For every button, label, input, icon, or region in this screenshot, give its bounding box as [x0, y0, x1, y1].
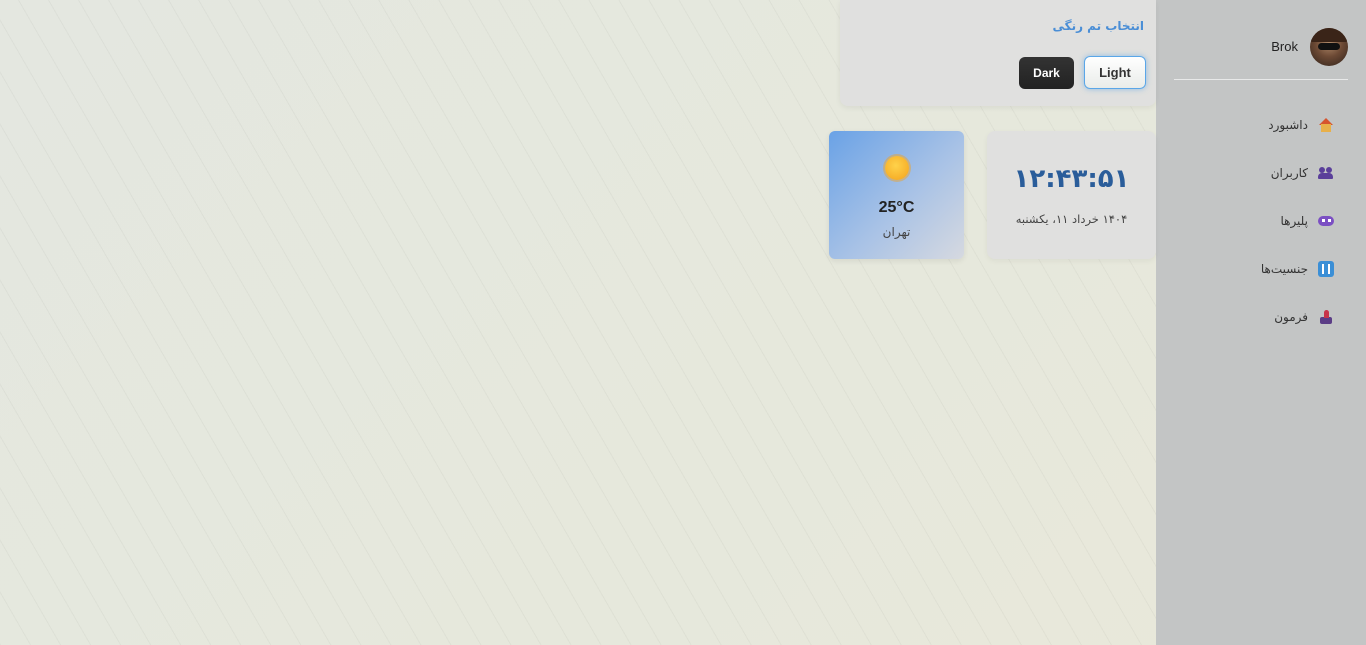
avatar[interactable]	[1310, 28, 1348, 66]
temperature: 25°C	[878, 199, 915, 216]
clock-date: ۱۴۰۴ خرداد ۱۱، یکشنبه	[1015, 212, 1128, 226]
clock-card: ۱۲:۴۳:۵۱ ۱۴۰۴ خرداد ۱۱، یکشنبه	[987, 131, 1156, 259]
sidebar-item-label: جنسیت‌ها	[1260, 262, 1308, 276]
sidebar-item-users[interactable]: کاربران	[1261, 161, 1334, 185]
sidebar-item-label: داشبورد	[1268, 118, 1308, 132]
sidebar-menu: داشبورد کاربران پلیرها جنسیت‌ها فرمون	[1261, 113, 1334, 353]
sun-icon	[885, 156, 909, 180]
house-icon	[1318, 117, 1334, 133]
sidebar-item-label: کاربران	[1270, 166, 1308, 180]
theme-selector-card: انتخاب تم رنگی Light Dark	[840, 0, 1156, 106]
sidebar-item-genders[interactable]: جنسیت‌ها	[1261, 257, 1334, 281]
profile-header: Brok	[1174, 28, 1348, 80]
gamepad-icon	[1318, 213, 1334, 229]
sidebar-item-players[interactable]: پلیرها	[1261, 209, 1334, 233]
gender-icon	[1318, 261, 1334, 277]
clock-time: ۱۲:۴۳:۵۱	[1013, 164, 1130, 194]
weather-card: 25°C تهران	[829, 131, 964, 259]
username: Brok	[1271, 39, 1298, 54]
light-theme-button[interactable]: Light	[1084, 56, 1146, 89]
joystick-icon	[1318, 309, 1334, 325]
dark-theme-button[interactable]: Dark	[1019, 57, 1074, 89]
city-name: تهران	[882, 225, 911, 239]
sidebar: Brok داشبورد کاربران پلیرها جنسیت‌ها فرم…	[1156, 0, 1366, 645]
sidebar-item-dashboard[interactable]: داشبورد	[1261, 113, 1334, 137]
sidebar-item-label: پلیرها	[1280, 214, 1308, 228]
theme-title: انتخاب تم رنگی	[1052, 19, 1144, 33]
sidebar-item-label: فرمون	[1274, 310, 1308, 324]
users-icon	[1318, 165, 1334, 181]
sidebar-item-wheel[interactable]: فرمون	[1261, 305, 1334, 329]
